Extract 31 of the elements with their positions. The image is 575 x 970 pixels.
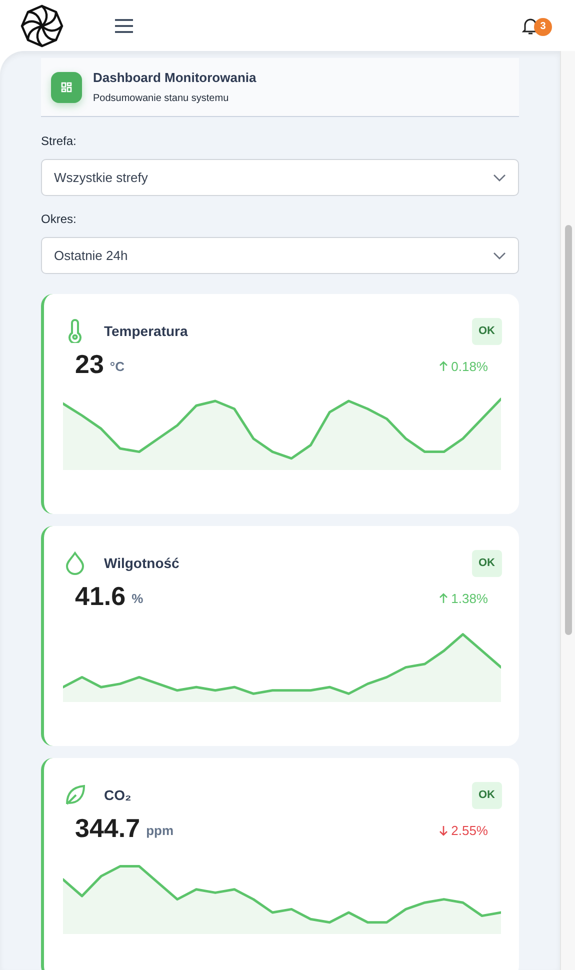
page-subtitle: Podsumowanie stanu systemu bbox=[93, 92, 230, 106]
metric-unit: ppm bbox=[146, 822, 174, 840]
change-text: 0.18% bbox=[439, 357, 488, 376]
thermometer-icon bbox=[68, 319, 82, 344]
drop-icon bbox=[65, 551, 85, 576]
metric-name: Temperatura bbox=[104, 322, 188, 341]
status-badge: OK bbox=[472, 318, 502, 344]
select-field[interactable]: Wszystkie strefy bbox=[41, 159, 519, 196]
metric-value: 41.6 bbox=[75, 582, 126, 608]
status-badge: OK bbox=[472, 782, 502, 808]
chevron-icon bbox=[493, 174, 506, 182]
chevron-icon bbox=[493, 252, 506, 260]
change-text: 2.55% bbox=[439, 821, 488, 840]
metric-name: CO₂ bbox=[104, 786, 132, 805]
dashboard-icon bbox=[51, 72, 82, 102]
metric-value: 344.7 bbox=[75, 814, 140, 840]
notification-badge: 3 bbox=[534, 18, 552, 36]
change-text: 1.38% bbox=[439, 589, 488, 608]
menu-icon bbox=[115, 18, 133, 32]
metric-unit: % bbox=[132, 590, 144, 608]
status-badge: OK bbox=[472, 550, 502, 576]
select-field[interactable]: Ostatnie 24h bbox=[41, 237, 519, 274]
page-title: Dashboard Monitorowania bbox=[93, 68, 256, 87]
scrollbar[interactable] bbox=[560, 51, 575, 970]
metric-name: Wilgotność bbox=[104, 554, 180, 573]
metric-value: 23 bbox=[75, 350, 104, 376]
field-label: Okres: bbox=[41, 211, 78, 228]
leaf-icon bbox=[64, 784, 86, 806]
metric-unit: °C bbox=[110, 358, 125, 376]
field-label: Strefa: bbox=[41, 133, 78, 150]
logo-icon bbox=[20, 4, 64, 48]
